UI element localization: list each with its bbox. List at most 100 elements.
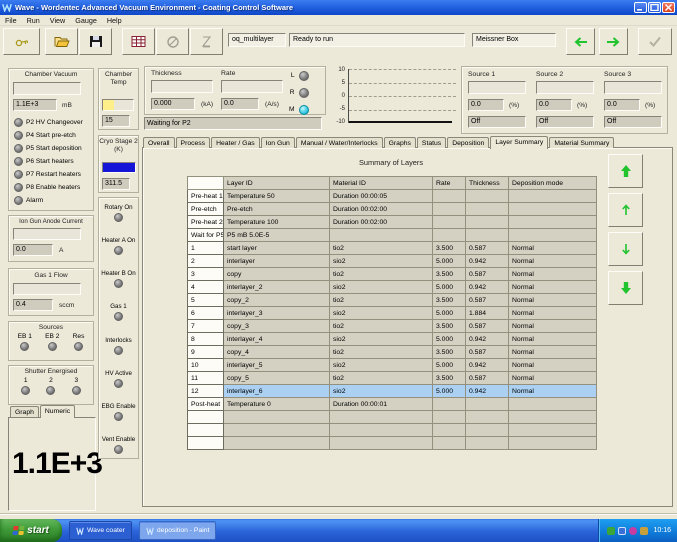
table-row[interactable]: Pre-etch Pre-etch Duration 00:02:00	[188, 203, 597, 216]
layer-id-cell[interactable]: copy	[224, 268, 330, 281]
rate-cell[interactable]	[433, 411, 466, 424]
material-id-cell[interactable]	[330, 437, 433, 450]
layer-id-cell[interactable]	[224, 437, 330, 450]
layer-id-cell[interactable]: interlayer	[224, 255, 330, 268]
table-row[interactable]	[188, 437, 597, 450]
next-step-button[interactable]	[599, 28, 628, 55]
deposition-mode-cell[interactable]: Normal	[509, 268, 597, 281]
material-id-cell[interactable]: tio2	[330, 268, 433, 281]
rate-cell[interactable]: 5.000	[433, 255, 466, 268]
table-row[interactable]	[188, 411, 597, 424]
deposition-mode-cell[interactable]: Normal	[509, 333, 597, 346]
main-tab[interactable]: Layer Summary	[490, 136, 548, 149]
row-header-cell[interactable]: 2	[188, 255, 224, 268]
layer-id-cell[interactable]: Pre-etch	[224, 203, 330, 216]
tray-icon-magenta[interactable]	[629, 527, 637, 535]
row-header-cell[interactable]: 12	[188, 385, 224, 398]
main-tab[interactable]: Heater / Gas	[211, 137, 260, 148]
thickness-cell[interactable]	[466, 398, 509, 411]
maximize-button[interactable]	[648, 2, 661, 13]
tray-icon-blue[interactable]	[618, 527, 626, 535]
row-header-cell[interactable]: Pre-heat 2	[188, 216, 224, 229]
deposition-mode-cell[interactable]: Normal	[509, 294, 597, 307]
material-id-cell[interactable]: Duration 00:00:01	[330, 398, 433, 411]
deposition-mode-cell[interactable]	[509, 398, 597, 411]
row-header-cell[interactable]: Wait for P5	[188, 229, 224, 242]
rate-cell[interactable]: 5.000	[433, 307, 466, 320]
material-id-cell[interactable]: tio2	[330, 294, 433, 307]
menu-item[interactable]: Gauge	[70, 16, 102, 25]
thickness-cell[interactable]: 0.942	[466, 333, 509, 346]
table-row[interactable]: Post-heat Temperature 0 Duration 00:00:0…	[188, 398, 597, 411]
accept-button[interactable]	[638, 28, 672, 55]
view-tab[interactable]: Graph	[10, 406, 39, 417]
move-up-button[interactable]	[608, 193, 643, 227]
rate-cell[interactable]: 3.500	[433, 242, 466, 255]
thickness-cell[interactable]: 1.884	[466, 307, 509, 320]
taskbar-task[interactable]: Wave coater	[69, 521, 132, 540]
layer-id-cell[interactable]	[224, 411, 330, 424]
table-row[interactable]: 7 copy_3 tio2 3.500 0.587 Normal	[188, 320, 597, 333]
table-row[interactable]: 6 interlayer_3 sio2 5.000 1.884 Normal	[188, 307, 597, 320]
layer-id-cell[interactable]: copy_4	[224, 346, 330, 359]
row-header-cell[interactable]: Post-heat	[188, 398, 224, 411]
row-header-cell[interactable]: 4	[188, 281, 224, 294]
layer-id-cell[interactable]: Temperature 100	[224, 216, 330, 229]
rate-cell[interactable]	[433, 398, 466, 411]
layer-id-cell[interactable]: interlayer_2	[224, 281, 330, 294]
thickness-cell[interactable]: 0.587	[466, 372, 509, 385]
material-id-cell[interactable]: sio2	[330, 281, 433, 294]
deposition-mode-cell[interactable]	[509, 424, 597, 437]
layer-id-cell[interactable]: interlayer_5	[224, 359, 330, 372]
deposition-mode-cell[interactable]	[509, 203, 597, 216]
material-id-cell[interactable]: tio2	[330, 320, 433, 333]
chamber-name-field[interactable]: Meissner Box	[472, 33, 556, 47]
save-recipe-button[interactable]	[79, 28, 112, 55]
row-header-cell[interactable]: 6	[188, 307, 224, 320]
thickness-cell[interactable]: 0.587	[466, 294, 509, 307]
deposition-mode-cell[interactable]: Normal	[509, 242, 597, 255]
table-row[interactable]: 9 copy_4 tio2 3.500 0.587 Normal	[188, 346, 597, 359]
deposition-mode-cell[interactable]: Normal	[509, 372, 597, 385]
deposition-mode-cell[interactable]: Normal	[509, 346, 597, 359]
thickness-cell[interactable]	[466, 229, 509, 242]
rate-cell[interactable]: 3.500	[433, 268, 466, 281]
rate-cell[interactable]	[433, 190, 466, 203]
main-tab[interactable]: Deposition	[447, 137, 489, 148]
material-id-cell[interactable]: tio2	[330, 346, 433, 359]
main-tab[interactable]: Manual / Water/Interlocks	[296, 137, 383, 148]
thickness-cell[interactable]: 0.587	[466, 268, 509, 281]
prev-step-button[interactable]	[566, 28, 595, 55]
deposition-mode-cell[interactable]: Normal	[509, 359, 597, 372]
main-tab[interactable]: Material Summary	[549, 137, 614, 148]
thickness-cell[interactable]	[466, 437, 509, 450]
row-header-cell[interactable]: 5	[188, 294, 224, 307]
table-row[interactable]: Wait for P5 P5 mB 5.0E-5	[188, 229, 597, 242]
rate-cell[interactable]: 5.000	[433, 333, 466, 346]
thickness-cell[interactable]	[466, 216, 509, 229]
row-header-cell[interactable]: 8	[188, 333, 224, 346]
rate-cell[interactable]	[433, 203, 466, 216]
row-header-cell[interactable]: 9	[188, 346, 224, 359]
start-button[interactable]: start	[0, 519, 62, 542]
rate-cell[interactable]: 3.500	[433, 320, 466, 333]
rate-cell[interactable]: 5.000	[433, 281, 466, 294]
abort-button[interactable]	[190, 28, 223, 55]
table-row[interactable]: 11 copy_5 tio2 3.500 0.587 Normal	[188, 372, 597, 385]
material-id-cell[interactable]: sio2	[330, 359, 433, 372]
layer-id-cell[interactable]: copy_5	[224, 372, 330, 385]
rate-cell[interactable]: 5.000	[433, 359, 466, 372]
menu-item[interactable]: Run	[22, 16, 45, 25]
layer-id-cell[interactable]: interlayer_4	[224, 333, 330, 346]
table-row[interactable]: 4 interlayer_2 sio2 5.000 0.942 Normal	[188, 281, 597, 294]
move-first-button[interactable]	[608, 154, 643, 188]
deposition-mode-cell[interactable]: Normal	[509, 255, 597, 268]
rate-cell[interactable]	[433, 229, 466, 242]
tray-icon-tan[interactable]	[640, 527, 648, 535]
material-id-cell[interactable]: sio2	[330, 385, 433, 398]
deposition-mode-cell[interactable]	[509, 190, 597, 203]
row-header-cell[interactable]: 10	[188, 359, 224, 372]
table-row[interactable]: 12 interlayer_6 sio2 5.000 0.942 Normal	[188, 385, 597, 398]
thickness-cell[interactable]	[466, 424, 509, 437]
view-tab[interactable]: Numeric	[40, 405, 75, 418]
